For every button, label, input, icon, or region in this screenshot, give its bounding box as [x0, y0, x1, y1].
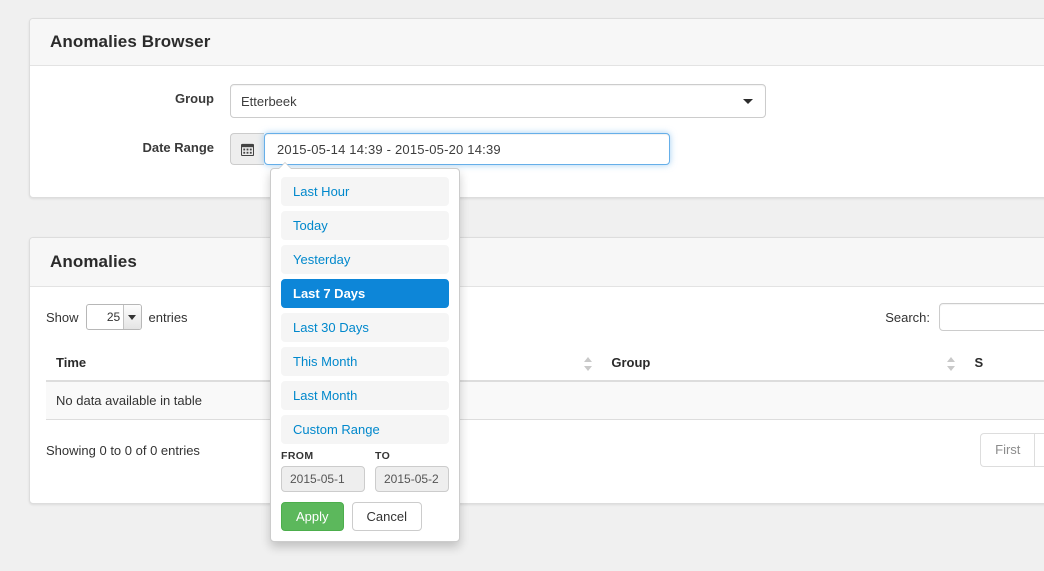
calendar-icon[interactable] — [230, 133, 264, 165]
page-title: Anomalies Browser — [50, 32, 211, 51]
anomalies-body: Show 25 entries Search: Time Group S No … — [30, 287, 1044, 483]
group-select-value: Etterbeek — [241, 93, 297, 109]
range-list: Last Hour Today Yesterday Last 7 Days La… — [281, 177, 449, 444]
sort-icon — [584, 356, 593, 371]
table-body: No data available in table — [46, 381, 1044, 420]
show-label: Show — [46, 309, 79, 325]
empty-message: No data available in table — [46, 381, 1044, 420]
anomalies-header: Anomalies — [30, 238, 1044, 287]
group-select[interactable]: Etterbeek — [230, 84, 766, 118]
to-date-value: 2015-05-2 — [384, 472, 439, 486]
range-option-last-30-days[interactable]: Last 30 Days — [281, 313, 449, 342]
entries-per-page-select[interactable]: 25 — [85, 304, 142, 330]
range-option-this-month[interactable]: This Month — [281, 347, 449, 376]
to-date-input[interactable]: 2015-05-2 — [375, 466, 449, 492]
table-controls: Show 25 entries Search: — [46, 301, 1044, 333]
column-header-s[interactable]: S — [964, 347, 1044, 382]
pagination-previous[interactable]: Previous — [1034, 433, 1044, 468]
date-range-input-group: 2015-05-14 14:39 - 2015-05-20 14:39 — [230, 133, 670, 165]
to-field-group: TO 2015-05-2 — [365, 450, 449, 492]
from-date-value: 2015-05-1 — [290, 472, 345, 486]
cancel-button[interactable]: Cancel — [351, 502, 422, 531]
range-option-last-7-days[interactable]: Last 7 Days — [281, 279, 449, 308]
range-option-today[interactable]: Today — [281, 211, 449, 240]
custom-range-fields: FROM 2015-05-1 TO 2015-05-2 — [281, 450, 449, 492]
from-label: FROM — [281, 450, 314, 462]
table-header-row: Time Group S — [46, 347, 1044, 382]
column-label-time: Time — [56, 355, 87, 370]
range-option-last-hour[interactable]: Last Hour — [281, 177, 449, 206]
date-range-label: Date Range — [142, 140, 214, 155]
from-field-group: FROM 2015-05-1 — [281, 450, 365, 492]
table-head: Time Group S — [46, 347, 1044, 382]
column-label-s: S — [974, 355, 984, 370]
chevron-down-icon — [743, 99, 753, 104]
group-label: Group — [175, 91, 214, 106]
range-actions: Apply Cancel — [281, 502, 449, 531]
anomalies-browser-header: Anomalies Browser — [30, 19, 1044, 66]
table-info: Showing 0 to 0 of 0 entries — [46, 442, 200, 458]
range-option-last-month[interactable]: Last Month — [281, 381, 449, 410]
date-range-value: 2015-05-14 14:39 - 2015-05-20 14:39 — [277, 141, 501, 157]
sort-icon — [947, 356, 956, 371]
apply-button[interactable]: Apply — [281, 502, 344, 531]
pagination: First Previous — [980, 433, 1044, 468]
pagination-first[interactable]: First — [980, 433, 1035, 468]
from-date-input[interactable]: 2015-05-1 — [281, 466, 365, 492]
range-option-yesterday[interactable]: Yesterday — [281, 245, 449, 274]
anomalies-title: Anomalies — [50, 252, 137, 271]
range-option-custom-range[interactable]: Custom Range — [281, 415, 449, 444]
group-form-row: Group Etterbeek — [50, 84, 1044, 118]
table-length-control: Show 25 entries — [46, 304, 188, 330]
anomalies-panel: Anomalies Show 25 entries Search: Time G… — [29, 237, 1044, 504]
search-label: Search: — [885, 309, 930, 325]
table-row: No data available in table — [46, 381, 1044, 420]
anomalies-table: Time Group S No data available in table — [46, 347, 1044, 420]
column-header-group[interactable]: Group — [601, 347, 965, 382]
table-search-control: Search: — [885, 303, 1044, 331]
date-range-form-row: Date Range 2015-05-14 14:39 - 2015-05-20… — [50, 133, 1044, 165]
anomalies-browser-panel: Anomalies Browser Group Etterbeek Date R… — [29, 18, 1044, 198]
daterange-picker-dropdown: Last Hour Today Yesterday Last 7 Days La… — [270, 162, 460, 542]
chevron-down-icon — [122, 305, 141, 329]
to-label: TO — [375, 450, 391, 462]
table-footer: Showing 0 to 0 of 0 entries First Previo… — [46, 433, 1044, 468]
anomalies-browser-body: Group Etterbeek Date Range 2015-05-14 14… — [30, 66, 1044, 196]
entries-label: entries — [148, 309, 188, 325]
date-range-input[interactable]: 2015-05-14 14:39 - 2015-05-20 14:39 — [264, 133, 670, 165]
search-input[interactable] — [939, 303, 1044, 331]
entries-per-page-value: 25 — [106, 310, 121, 324]
column-label-group: Group — [611, 355, 651, 370]
